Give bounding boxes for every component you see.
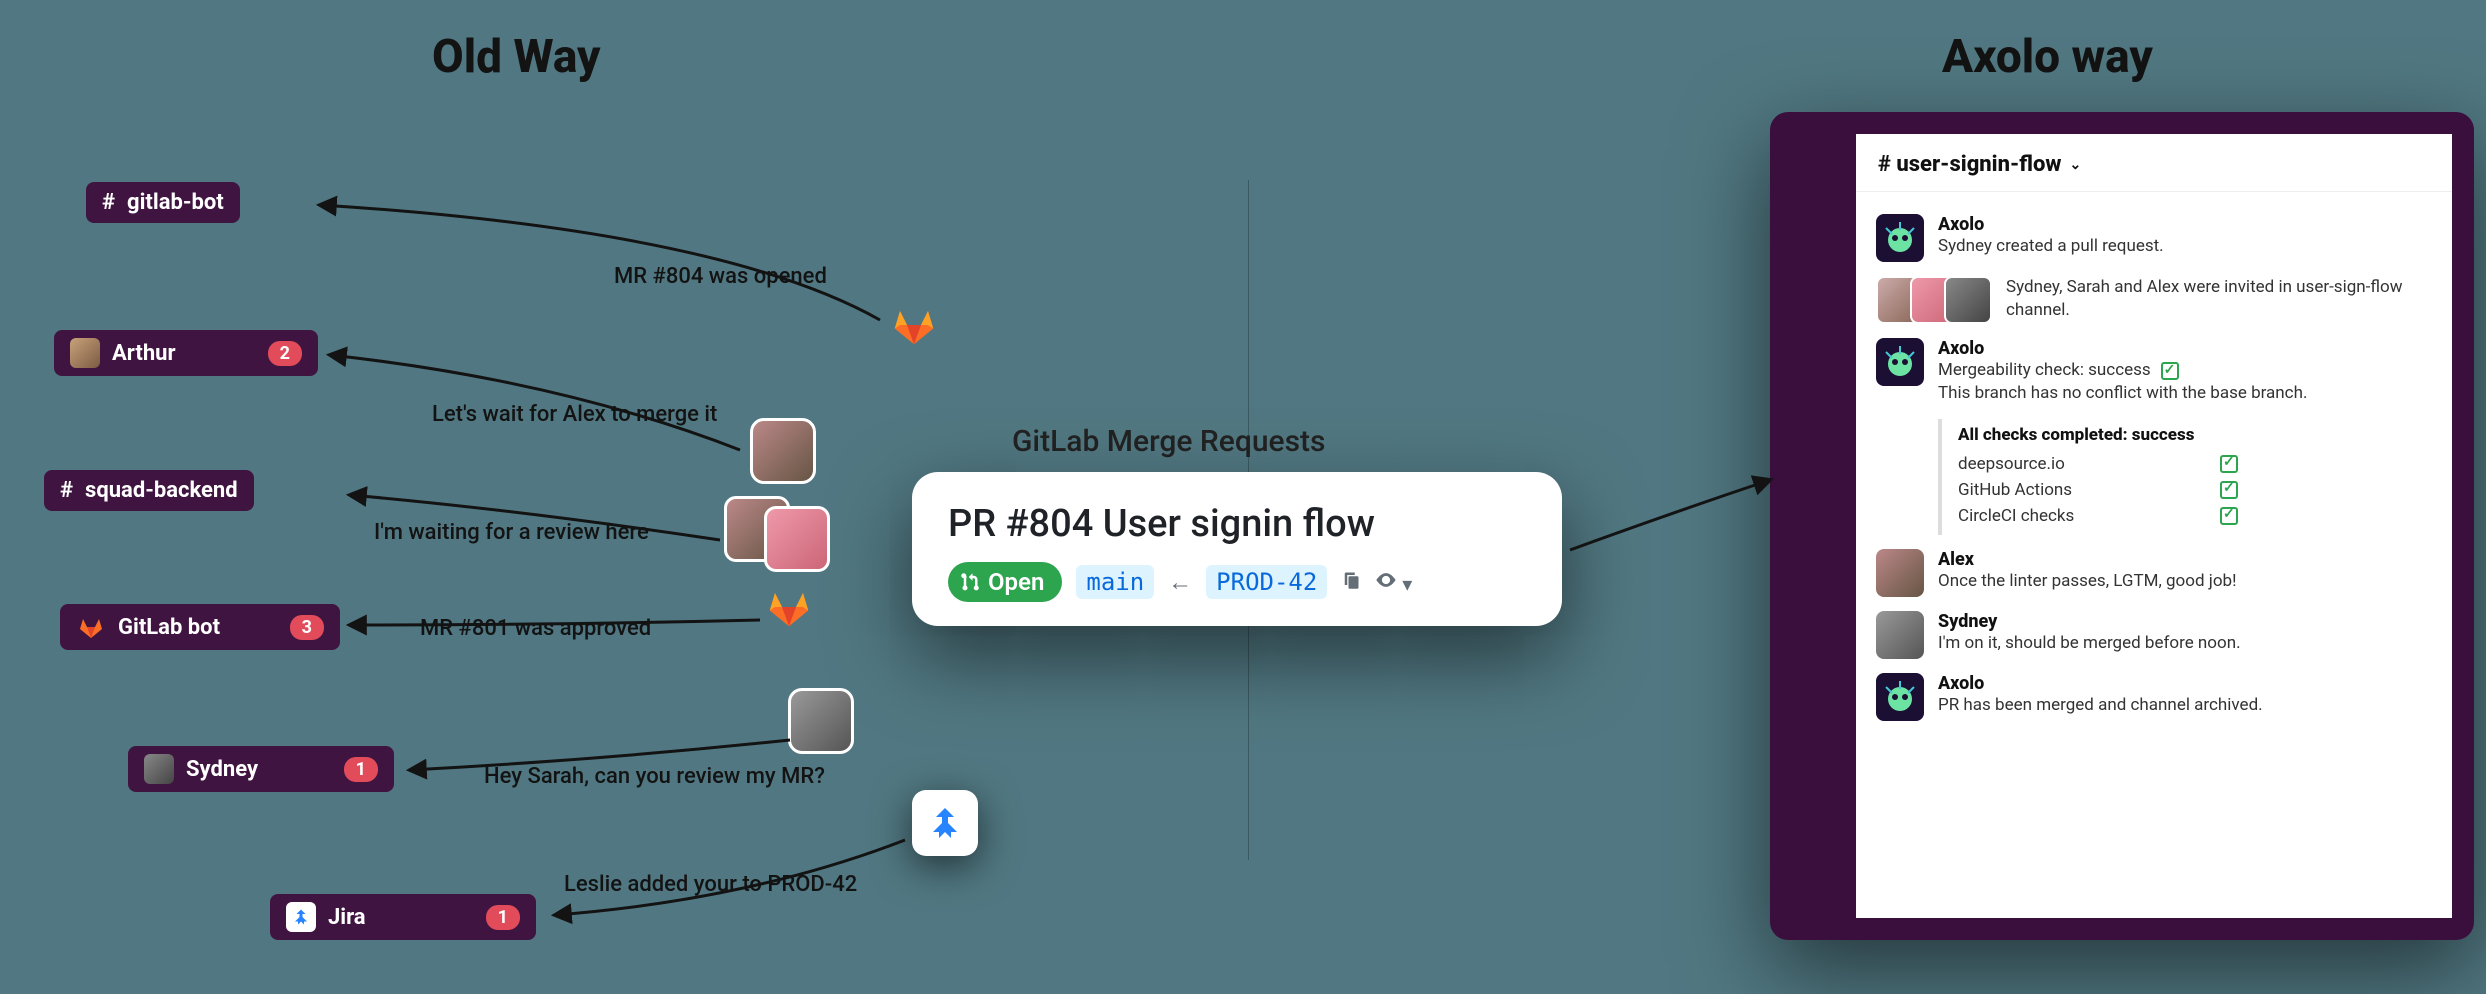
- message-author: Axolo: [1938, 338, 2432, 359]
- message-item: Axolo Mergeability check: success This b…: [1876, 338, 2432, 405]
- avatar-axolo: [1876, 673, 1924, 721]
- note-wait-alex: Let's wait for Alex to merge it: [432, 402, 717, 427]
- badge-count: 3: [290, 615, 324, 640]
- channel-label: Sydney: [186, 757, 332, 782]
- check-icon: [2161, 362, 2179, 380]
- channel-label: Jira: [328, 905, 474, 930]
- message-item: Alex Once the linter passes, LGTM, good …: [1876, 549, 2432, 597]
- channel-label: squad-backend: [85, 478, 238, 503]
- branch-source[interactable]: PROD-42: [1206, 565, 1327, 599]
- message-author: Axolo: [1938, 673, 2432, 694]
- check-item: GitHub Actions: [1958, 477, 2238, 503]
- note-prod-42: Leslie added your to PROD-42: [564, 872, 857, 897]
- message-body: Mergeability check: success: [1938, 359, 2432, 382]
- avatar-icon: [70, 338, 100, 368]
- avatar-group: [1876, 276, 1992, 324]
- message-author: Axolo: [1938, 214, 2432, 235]
- check-icon: [2220, 507, 2238, 525]
- branch-base[interactable]: main: [1076, 565, 1154, 599]
- message-body: Sydney, Sarah and Alex were invited in u…: [2006, 276, 2432, 322]
- avatar-person-b: [764, 506, 830, 572]
- badge-count: 1: [486, 905, 520, 930]
- message-author: Sydney: [1938, 611, 2432, 632]
- check-item: CircleCI checks: [1958, 503, 2238, 529]
- avatar-sydney: [1876, 611, 1924, 659]
- message-author: Alex: [1938, 549, 2432, 570]
- note-review-my-mr: Hey Sarah, can you review my MR?: [484, 764, 825, 789]
- channel-gitlab-bot[interactable]: # gitlab-bot: [86, 182, 240, 223]
- channel-gitlab-bot-app[interactable]: GitLab bot 3: [60, 604, 340, 650]
- channel-label: GitLab bot: [118, 615, 278, 640]
- checks-title: All checks completed: success: [1958, 425, 2432, 445]
- jira-icon-block: [912, 790, 978, 856]
- heading-old-way: Old Way: [432, 30, 601, 84]
- check-icon: [2220, 455, 2238, 473]
- message-body: Once the linter passes, LGTM, good job!: [1938, 570, 2432, 593]
- gitlab-icon: [893, 304, 935, 346]
- avatar-axolo: [1876, 214, 1924, 262]
- pr-title: PR #804 User signin flow: [948, 502, 1522, 546]
- message-body: Sydney created a pull request.: [1938, 235, 2432, 258]
- pr-meta-row: Open main ← PROD-42 ▾: [948, 562, 1522, 602]
- pull-request-icon: [960, 572, 980, 592]
- heading-axolo-way: Axolo way: [1942, 30, 2153, 84]
- watch-icon[interactable]: ▾: [1375, 569, 1412, 596]
- gitlab-section-title: GitLab Merge Requests: [1012, 424, 1325, 459]
- open-status-badge: Open: [948, 562, 1062, 602]
- gitlab-icon: [76, 612, 106, 642]
- avatar-alex: [750, 418, 816, 484]
- slack-window: # user-signin-flow ⌄ Axolo Sydney create…: [1770, 112, 2474, 940]
- badge-count: 1: [344, 757, 378, 782]
- message-item: Axolo PR has been merged and channel arc…: [1876, 673, 2432, 721]
- hash-icon: #: [102, 190, 115, 215]
- copy-icon[interactable]: [1341, 570, 1361, 595]
- note-mr-approved: MR #801 was approved: [420, 616, 651, 641]
- note-mr-opened: MR #804 was opened: [614, 264, 827, 289]
- channel-jira[interactable]: Jira 1: [270, 894, 536, 940]
- message-body: I'm on it, should be merged before noon.: [1938, 632, 2432, 655]
- gitlab-icon: [768, 586, 810, 628]
- message-subtext: This branch has no conflict with the bas…: [1938, 382, 2432, 405]
- avatar-icon: [144, 754, 174, 784]
- avatar-sydney: [788, 688, 854, 754]
- message-body: PR has been merged and channel archived.: [1938, 694, 2432, 717]
- message-item: Axolo Sydney created a pull request.: [1876, 214, 2432, 262]
- jira-icon: [286, 902, 316, 932]
- chevron-down-icon: ⌄: [2069, 157, 2081, 173]
- channel-squad-backend[interactable]: # squad-backend: [44, 470, 254, 511]
- note-waiting-review: I'm waiting for a review here: [374, 520, 649, 545]
- check-item: deepsource.io: [1958, 451, 2238, 477]
- message-item: Sydney I'm on it, should be merged befor…: [1876, 611, 2432, 659]
- channel-arthur[interactable]: Arthur 2: [54, 330, 318, 376]
- arrow-left-icon: ←: [1168, 568, 1192, 597]
- channel-label: gitlab-bot: [127, 190, 224, 215]
- channel-sydney[interactable]: Sydney 1: [128, 746, 394, 792]
- channel-name: # user-signin-flow: [1878, 152, 2061, 177]
- hash-icon: #: [60, 478, 73, 503]
- badge-count: 2: [268, 341, 302, 366]
- checks-block: All checks completed: success deepsource…: [1938, 419, 2432, 535]
- slack-messages: Axolo Sydney created a pull request. Syd…: [1856, 192, 2452, 743]
- merge-request-card[interactable]: PR #804 User signin flow Open main ← PRO…: [912, 472, 1562, 626]
- slack-channel-header[interactable]: # user-signin-flow ⌄: [1856, 134, 2452, 192]
- check-icon: [2220, 481, 2238, 499]
- avatar-axolo: [1876, 338, 1924, 386]
- message-item: Sydney, Sarah and Alex were invited in u…: [1876, 276, 2432, 324]
- channel-label: Arthur: [112, 341, 256, 366]
- avatar-alex: [1876, 549, 1924, 597]
